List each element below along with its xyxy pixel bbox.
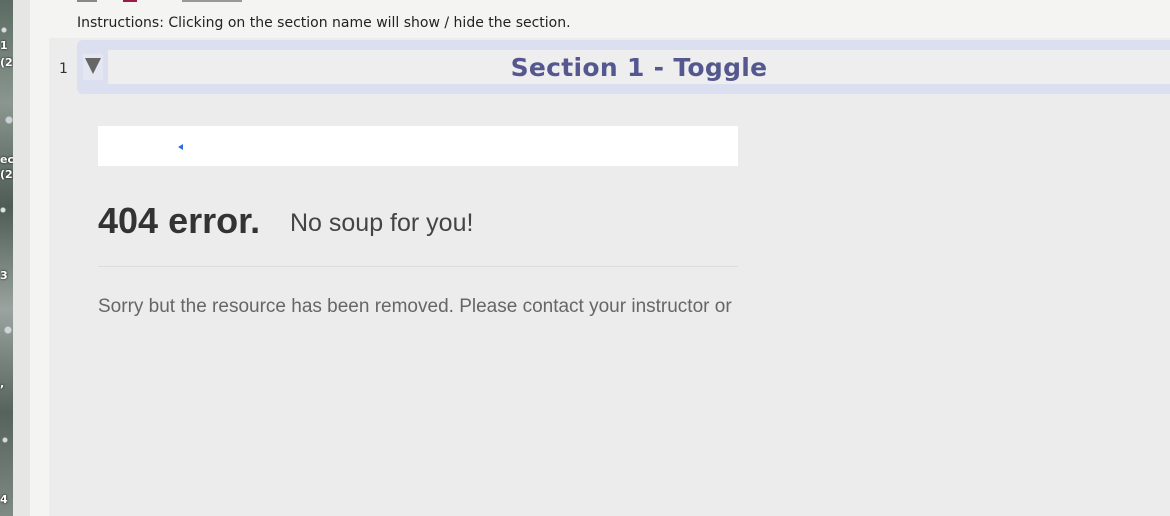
embedded-content-bar (98, 126, 738, 166)
section-title-bar[interactable]: Section 1 - Toggle (108, 50, 1170, 84)
strip-label: , (0, 377, 5, 390)
content-panel (49, 38, 1170, 516)
strip-label: (2 (0, 56, 13, 69)
strip-label: 3 (0, 269, 8, 282)
strip-label: 1 (0, 39, 8, 52)
page-gutter (13, 0, 30, 516)
strip-label: (2 (0, 168, 13, 181)
section-header[interactable]: Section 1 - Toggle (77, 40, 1170, 94)
strip-label: 4 (0, 493, 8, 506)
error-subtitle: No soup for you! (290, 209, 474, 237)
triangle-down-icon (83, 54, 103, 80)
section-toggle-button[interactable] (83, 54, 103, 80)
error-message-container: Sorry but the resource has been removed.… (98, 296, 738, 322)
section-number: 1 (59, 61, 68, 77)
cut-off-title-link[interactable] (77, 0, 337, 2)
caret-left-icon[interactable] (178, 144, 184, 150)
section-title[interactable]: Section 1 - Toggle (511, 53, 768, 82)
background-image-strip: 1 (2 ec (2 3 , 4 (0, 0, 13, 516)
strip-label: ec (0, 153, 13, 166)
instructions-text: Instructions: Clicking on the section na… (77, 15, 571, 31)
error-title: 404 error. (98, 200, 261, 241)
divider (98, 266, 738, 267)
error-message: Sorry but the resource has been removed.… (98, 296, 732, 317)
